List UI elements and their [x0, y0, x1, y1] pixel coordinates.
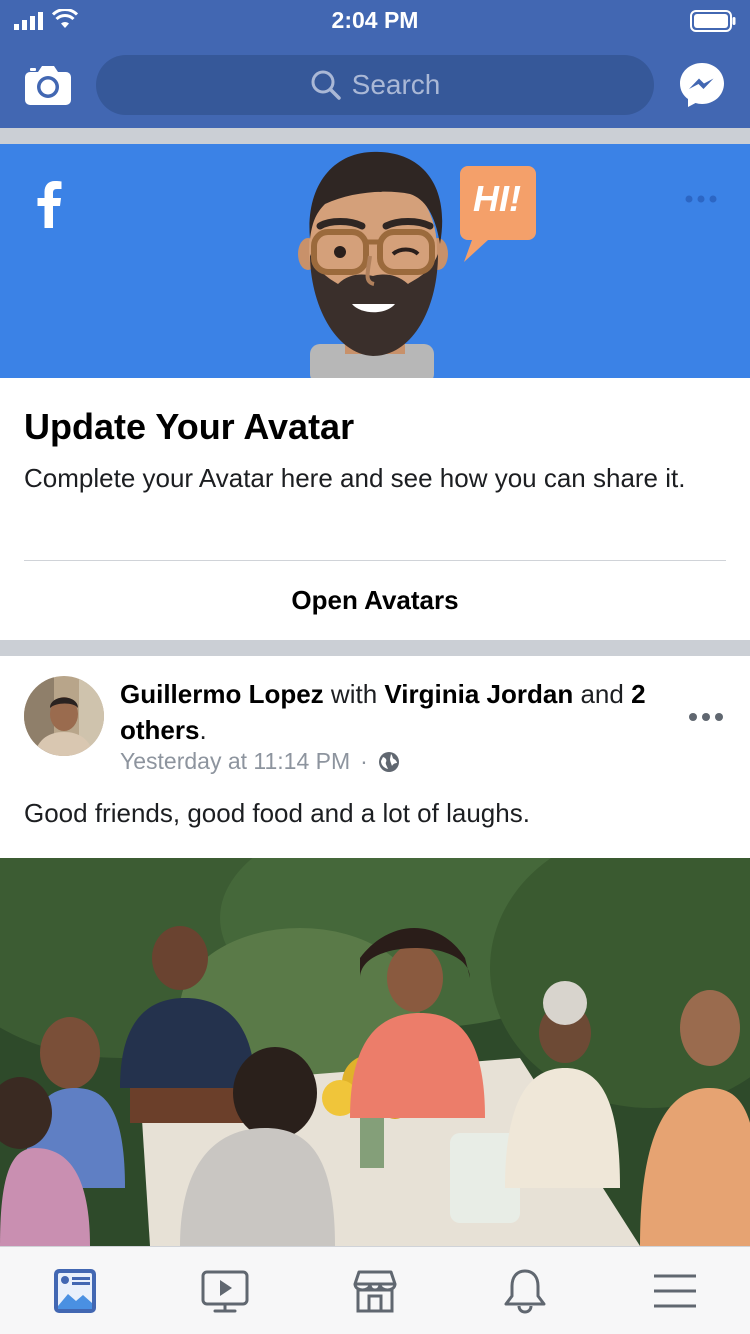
avatar-promo-banner: HI!	[0, 144, 750, 378]
avatar-promo-card: Update Your Avatar Complete your Avatar …	[0, 378, 750, 640]
author-avatar[interactable]	[24, 676, 104, 756]
hi-bubble-text: HI!	[473, 178, 521, 219]
with-word: with	[330, 679, 378, 709]
notifications-bell-icon	[504, 1269, 546, 1314]
battery-icon	[690, 10, 736, 32]
feed-post: Guillermo Lopez with Virginia Jordan and…	[0, 656, 750, 1246]
avatar-illustration	[298, 151, 448, 378]
camera-icon[interactable]	[24, 62, 72, 106]
post-meta: Yesterday at 11:14 PM ·	[120, 748, 400, 775]
messenger-icon[interactable]	[678, 61, 726, 109]
news-feed-icon	[54, 1268, 96, 1313]
top-bar: 2:04 PM Search	[0, 0, 750, 128]
status-bar: 2:04 PM	[0, 0, 750, 40]
meta-separator: ·	[360, 748, 368, 774]
promo-title: Update Your Avatar	[24, 406, 355, 447]
section-divider	[0, 128, 750, 144]
post-header: Guillermo Lopez with Virginia Jordan and…	[120, 676, 680, 748]
more-options-icon[interactable]	[684, 194, 718, 204]
marketplace-icon	[353, 1270, 397, 1312]
facebook-logo-icon	[37, 181, 62, 228]
search-bar[interactable]: Search	[96, 55, 654, 115]
search-placeholder: Search	[351, 69, 441, 100]
post-photo[interactable]	[0, 858, 750, 1246]
tab-watch[interactable]	[150, 1247, 300, 1334]
post-timestamp[interactable]: Yesterday at 11:14 PM	[120, 748, 350, 775]
post-more-options-icon[interactable]	[688, 711, 724, 723]
author-name[interactable]: Guillermo Lopez	[120, 679, 324, 709]
tab-menu[interactable]	[600, 1247, 750, 1334]
tab-notifications[interactable]	[450, 1247, 600, 1334]
post-text: Good friends, good food and a lot of lau…	[24, 798, 530, 828]
promo-description: Complete your Avatar here and see how yo…	[24, 463, 686, 493]
tagged-person[interactable]: Virginia Jordan	[384, 679, 573, 709]
tab-news-feed[interactable]	[0, 1247, 150, 1334]
clock: 2:04 PM	[331, 7, 419, 33]
section-divider	[0, 640, 750, 656]
and-word: and	[580, 679, 624, 709]
tab-marketplace[interactable]	[300, 1247, 450, 1334]
globe-icon	[378, 751, 399, 772]
search-icon	[311, 70, 341, 100]
bottom-tab-bar	[0, 1246, 750, 1334]
watch-icon	[201, 1270, 249, 1312]
header-period: .	[199, 715, 207, 745]
open-avatars-button[interactable]: Open Avatars	[0, 561, 750, 640]
menu-icon	[654, 1274, 696, 1307]
